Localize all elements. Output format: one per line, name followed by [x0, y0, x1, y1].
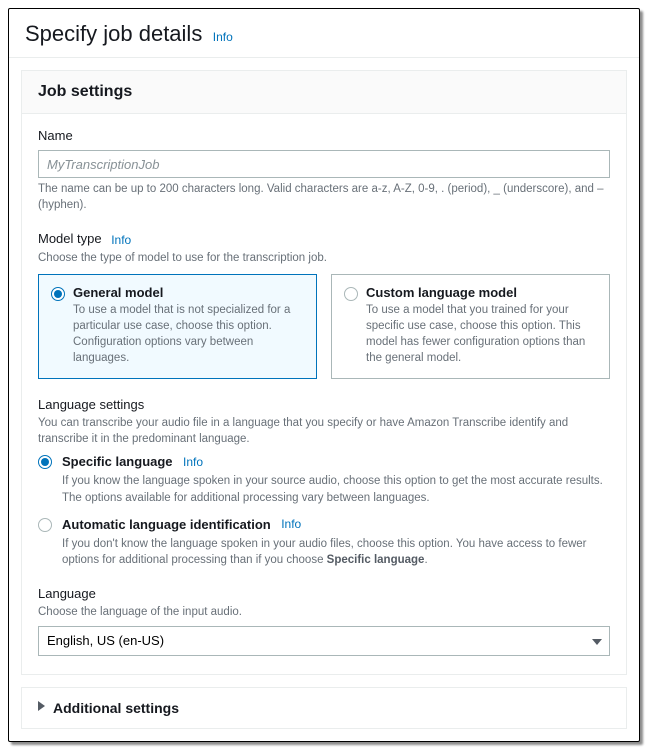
- additional-settings-title: Additional settings: [53, 700, 179, 716]
- model-type-section: Model type Info Choose the type of model…: [38, 231, 610, 379]
- tile-desc: To use a model that is not specialized f…: [73, 302, 304, 366]
- language-hint: Choose the language of the input audio.: [38, 604, 610, 620]
- radio-icon: [51, 287, 65, 301]
- model-type-label: Model type: [38, 231, 102, 246]
- page-title: Specify job details: [25, 21, 202, 47]
- language-label: Language: [38, 586, 610, 601]
- additional-settings-panel: Additional settings: [21, 687, 627, 729]
- radio-icon: [344, 287, 358, 301]
- option-desc: If you know the language spoken in your …: [62, 473, 610, 505]
- language-settings-hint: You can transcribe your audio file in a …: [38, 415, 610, 447]
- additional-settings-toggle[interactable]: Additional settings: [22, 688, 626, 728]
- auto-language-option[interactable]: Automatic language identification Info I…: [38, 516, 610, 568]
- job-settings-heading: Job settings: [38, 83, 610, 101]
- tile-desc: To use a model that you trained for your…: [366, 302, 597, 366]
- name-field: Name The name can be up to 200 character…: [38, 128, 610, 213]
- auto-language-info-link[interactable]: Info: [281, 517, 301, 531]
- tile-title: General model: [73, 285, 304, 300]
- model-type-custom-tile[interactable]: Custom language model To use a model tha…: [331, 274, 610, 379]
- radio-icon: [38, 518, 52, 532]
- language-field: Language Choose the language of the inpu…: [38, 586, 610, 656]
- specific-language-info-link[interactable]: Info: [183, 455, 203, 469]
- language-settings-section: Language settings You can transcribe you…: [38, 397, 610, 568]
- model-type-info-link[interactable]: Info: [111, 233, 131, 247]
- caret-right-icon: [38, 701, 45, 714]
- specific-language-option[interactable]: Specific language Info If you know the l…: [38, 453, 610, 505]
- language-settings-label: Language settings: [38, 397, 610, 412]
- page-info-link[interactable]: Info: [213, 30, 233, 44]
- model-type-general-tile[interactable]: General model To use a model that is not…: [38, 274, 317, 379]
- name-label: Name: [38, 128, 610, 143]
- job-settings-panel: Job settings Name The name can be up to …: [21, 70, 627, 675]
- model-type-hint: Choose the type of model to use for the …: [38, 250, 610, 266]
- option-title: Specific language: [62, 454, 173, 469]
- tile-title: Custom language model: [366, 285, 597, 300]
- radio-icon: [38, 455, 52, 469]
- option-desc: If you don't know the language spoken in…: [62, 536, 610, 568]
- name-input[interactable]: [38, 150, 610, 178]
- name-hint: The name can be up to 200 characters lon…: [38, 181, 610, 213]
- language-select[interactable]: English, US (en-US): [38, 626, 610, 656]
- option-title: Automatic language identification: [62, 517, 271, 532]
